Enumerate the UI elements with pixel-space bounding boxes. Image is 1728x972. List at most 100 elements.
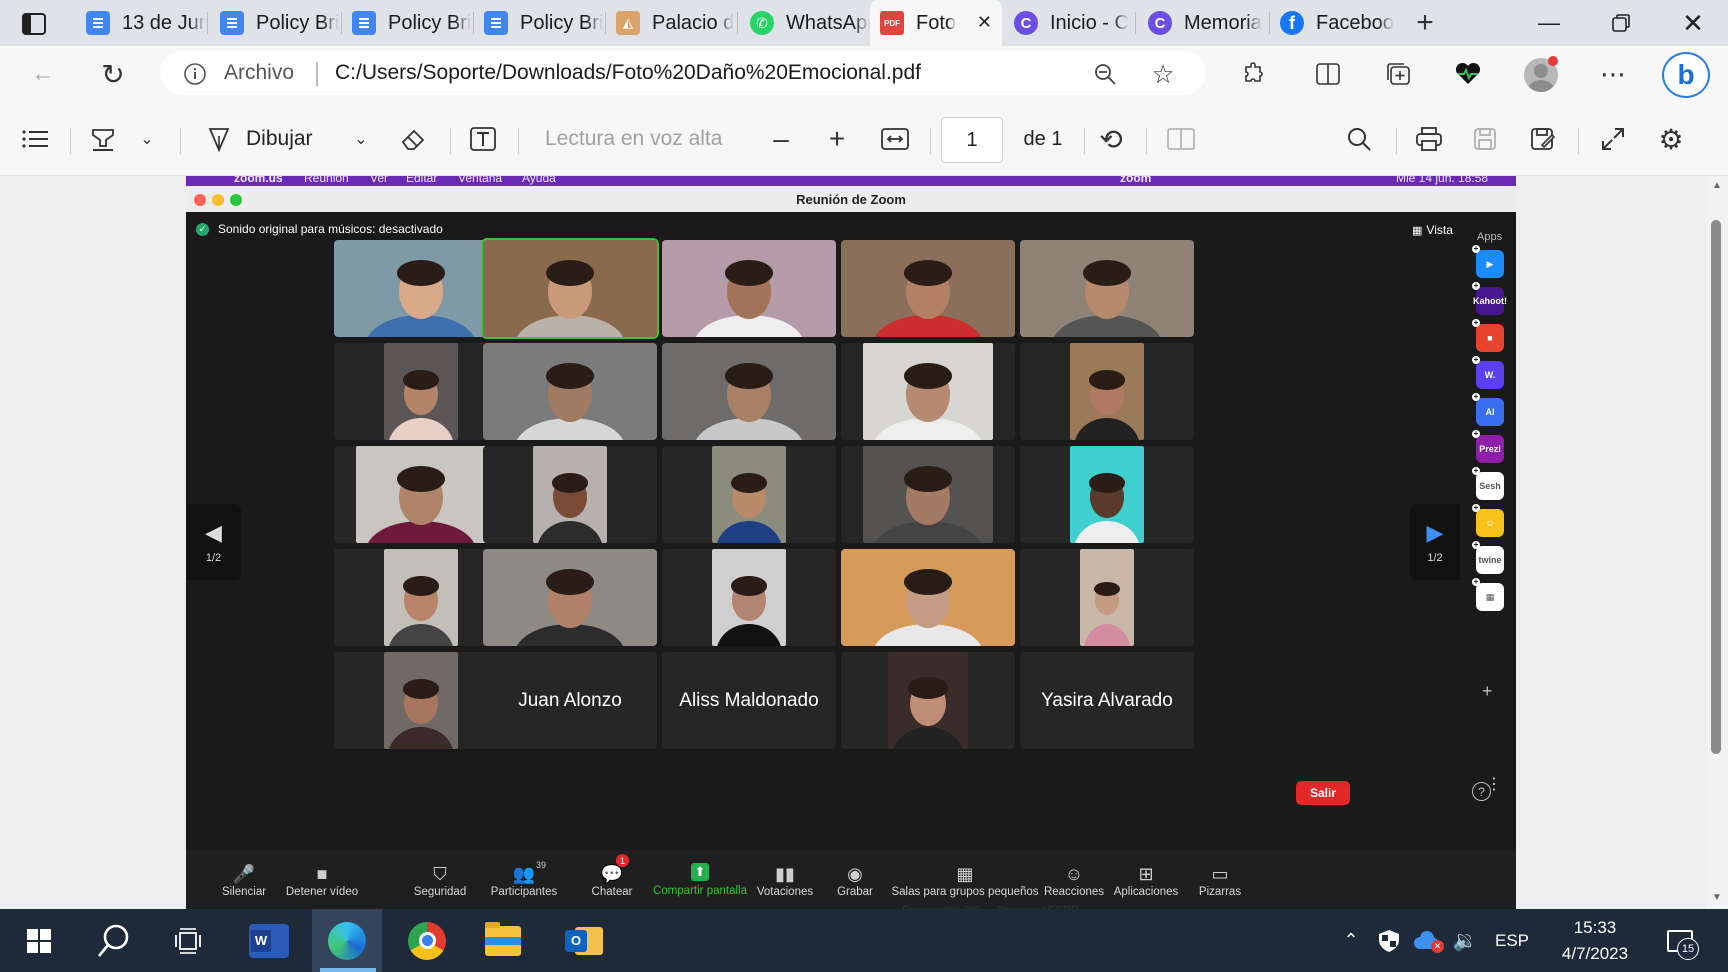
tab-1[interactable]: 13 de Jun: [76, 0, 206, 46]
tab-2[interactable]: Policy Bri: [210, 0, 340, 46]
security-shield-icon[interactable]: [1374, 909, 1404, 972]
volume-icon[interactable]: 🔉: [1450, 909, 1480, 972]
taskbar-file-explorer[interactable]: [474, 909, 532, 972]
read-aloud-button[interactable]: Lectura en voz alta: [545, 102, 735, 176]
add-app-badge: +: [1472, 577, 1480, 586]
print-icon[interactable]: [1412, 102, 1446, 176]
page-view-icon[interactable]: [1164, 102, 1198, 176]
tab-8[interactable]: C Inicio - C: [1004, 0, 1134, 46]
pdf-scrollbar[interactable]: ▲ ▼: [1706, 176, 1728, 909]
refresh-button[interactable]: ↻: [96, 58, 130, 90]
address-url[interactable]: C:/Users/Soporte/Downloads/Foto%20Daño%2…: [335, 61, 921, 85]
docs-icon: [352, 11, 376, 35]
bing-chat-button[interactable]: b: [1662, 52, 1710, 98]
scroll-up-arrow[interactable]: ▲: [1712, 180, 1722, 191]
clock[interactable]: 15:33 4/7/2023: [1540, 909, 1650, 972]
collections-icon[interactable]: [1382, 58, 1414, 90]
show-hidden-icons-chevron[interactable]: ⌃: [1338, 909, 1364, 972]
participant-tile: [481, 238, 659, 339]
fullscreen-icon[interactable]: [1596, 102, 1630, 176]
highlight-icon[interactable]: [86, 102, 120, 176]
tab-label: Inicio - C: [1050, 11, 1129, 34]
clock-date: 4/7/2023: [1561, 943, 1629, 963]
more-options-icon[interactable]: ⋯: [1596, 58, 1630, 90]
zoom-out-icon[interactable]: [1090, 59, 1120, 89]
zoom-in-button[interactable]: +: [822, 102, 852, 176]
health-extension-icon[interactable]: [1452, 58, 1484, 90]
view-button: ▦ Vista: [1412, 223, 1453, 237]
tab-7[interactable]: PDF Foto ✕: [870, 0, 1002, 46]
close-window-button[interactable]: ✕: [1660, 0, 1726, 46]
draw-button[interactable]: Dibujar: [206, 102, 336, 176]
participant-tile: Juan Alonzo: [483, 652, 657, 749]
save-icon[interactable]: [1468, 102, 1502, 176]
save-as-icon[interactable]: [1526, 102, 1560, 176]
scroll-down-arrow[interactable]: ▼: [1712, 892, 1722, 903]
draw-dropdown-icon[interactable]: ⌄: [350, 102, 372, 176]
language-indicator[interactable]: ESP: [1490, 909, 1534, 972]
scroll-thumb[interactable]: [1711, 220, 1721, 754]
tab-9[interactable]: C Memoria: [1138, 0, 1268, 46]
participant-body: [387, 418, 455, 440]
tab-6[interactable]: ✆ WhatsApp: [740, 0, 870, 46]
new-tab-button[interactable]: +: [1408, 6, 1442, 40]
leave-button: Salir: [1296, 781, 1350, 805]
restore-button[interactable]: [1588, 0, 1654, 46]
minimize-button[interactable]: —: [1516, 0, 1582, 46]
close-tab-icon[interactable]: ✕: [977, 12, 992, 33]
taskbar-chrome[interactable]: [398, 909, 456, 972]
taskbar-search-button[interactable]: [86, 909, 142, 972]
highlight-dropdown-icon[interactable]: ⌄: [136, 102, 158, 176]
tab-5[interactable]: ◭ Palacio d: [606, 0, 736, 46]
notification-center-button[interactable]: 15: [1660, 909, 1700, 972]
chrome-icon: [408, 921, 446, 960]
taskbar-edge[interactable]: [312, 909, 382, 972]
participant-tile: [334, 652, 508, 749]
split-screen-icon[interactable]: [1312, 58, 1344, 90]
back-button[interactable]: ←: [26, 58, 60, 90]
participant-tile: [662, 343, 836, 440]
favorite-star-icon[interactable]: ☆: [1148, 59, 1178, 89]
start-button[interactable]: [14, 909, 64, 972]
zoom-out-button[interactable]: –: [766, 102, 796, 176]
tab-label: Foto: [916, 11, 957, 34]
tab-4[interactable]: Policy Bri: [474, 0, 604, 46]
menu-item: Ayuda: [522, 176, 556, 185]
add-app-badge: +: [1472, 392, 1480, 401]
contents-list-icon[interactable]: [18, 102, 52, 176]
participant-video: [1070, 343, 1144, 440]
next-page-label: 1/2: [1427, 552, 1443, 564]
taskbar-outlook[interactable]: O: [556, 909, 614, 972]
reactions-icon: ☺: [1064, 863, 1084, 884]
task-view-button[interactable]: [162, 909, 214, 972]
search-icon[interactable]: [1342, 102, 1376, 176]
zoom-meeting-image: zoom.us Reunión Ver Editar Ventana Ayuda…: [186, 176, 1516, 909]
whatsapp-icon: ✆: [750, 11, 774, 35]
menu-item: Editar: [406, 176, 438, 185]
add-app-badge: +: [1472, 355, 1480, 364]
taskbar-word[interactable]: W: [240, 909, 298, 972]
info-icon[interactable]: [182, 61, 208, 87]
apps-icon: ⊞: [1138, 863, 1154, 884]
outlook-icon: O: [565, 924, 605, 958]
toolbar-divider: [70, 128, 71, 154]
rotate-icon[interactable]: ⟲: [1094, 102, 1128, 176]
participant-video: [863, 343, 993, 440]
page-number-input[interactable]: 1: [941, 117, 1003, 163]
tab-3[interactable]: Policy Bri: [342, 0, 472, 46]
eraser-icon[interactable]: [396, 102, 430, 176]
address-bar[interactable]: Archivo C:/Users/Soporte/Downloads/Foto%…: [160, 51, 1206, 95]
settings-gear-icon[interactable]: ⚙: [1654, 102, 1688, 176]
add-text-icon[interactable]: [466, 102, 500, 176]
participant-tile: [334, 343, 508, 440]
control-3: ⛉ Seguridad: [410, 850, 470, 909]
extensions-icon[interactable]: [1238, 58, 1270, 90]
add-app-icon: +: [1482, 681, 1493, 701]
tab-actions-icon[interactable]: [20, 10, 48, 38]
fit-width-icon[interactable]: [878, 102, 912, 176]
image-icon: ◭: [616, 11, 640, 35]
tab-separator: [1135, 12, 1136, 34]
onedrive-error-icon[interactable]: ✕: [1412, 909, 1446, 972]
add-app-badge: +: [1472, 281, 1480, 290]
tab-10[interactable]: f Faceboo: [1270, 0, 1400, 46]
